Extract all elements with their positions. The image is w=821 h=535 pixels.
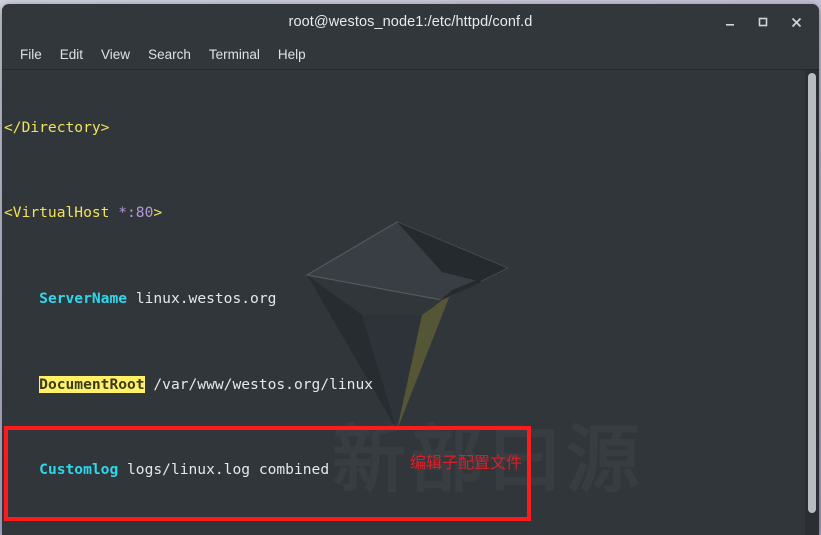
code-token-tag-close: > bbox=[153, 204, 163, 222]
code-token-tag: </Directory> bbox=[4, 118, 110, 136]
maximize-icon[interactable] bbox=[748, 9, 778, 35]
annotation-text: 编辑子配置文件 bbox=[410, 453, 523, 472]
minimize-icon[interactable] bbox=[715, 9, 745, 35]
code-line: DocumentRoot /var/www/westos.org/linux bbox=[4, 374, 819, 395]
close-icon[interactable] bbox=[781, 9, 811, 35]
title-bar: root@westos_node1:/etc/httpd/conf.d bbox=[2, 4, 819, 40]
code-token-value: logs/linux.log combined bbox=[118, 461, 330, 479]
menu-item-view[interactable]: View bbox=[92, 44, 139, 65]
code-token-directive: Customlog bbox=[39, 461, 119, 479]
code-token-value: linux.westos.org bbox=[127, 290, 277, 308]
code-token-address: *:80 bbox=[109, 204, 154, 222]
menu-item-file[interactable]: File bbox=[11, 44, 51, 65]
window-title: root@westos_node1:/etc/httpd/conf.d bbox=[288, 14, 533, 30]
code-line: ServerName linux.westos.org bbox=[4, 288, 819, 309]
menu-item-help[interactable]: Help bbox=[269, 44, 315, 65]
menu-item-search[interactable]: Search bbox=[139, 44, 200, 65]
scrollbar-thumb[interactable] bbox=[808, 73, 816, 513]
code-line: <VirtualHost *:80> bbox=[4, 202, 819, 223]
code-line: </Directory> bbox=[4, 117, 819, 138]
terminal-body[interactable]: 新部曰源 https://blog.csdn.net/weixin_448010… bbox=[2, 70, 819, 535]
code-token-directive: ServerName bbox=[39, 290, 128, 308]
code-token-highlighted: DocumentRoot bbox=[39, 375, 145, 393]
terminal-window: root@westos_node1:/etc/httpd/conf.d File… bbox=[2, 4, 819, 535]
window-controls bbox=[715, 4, 811, 40]
code-token-tag: <VirtualHost bbox=[4, 204, 110, 222]
menu-item-terminal[interactable]: Terminal bbox=[200, 44, 269, 65]
menu-item-edit[interactable]: Edit bbox=[51, 44, 92, 65]
vertical-scrollbar[interactable] bbox=[805, 70, 819, 535]
menu-bar: File Edit View Search Terminal Help bbox=[2, 40, 819, 70]
code-token-value: /var/www/westos.org/linux bbox=[144, 375, 374, 393]
